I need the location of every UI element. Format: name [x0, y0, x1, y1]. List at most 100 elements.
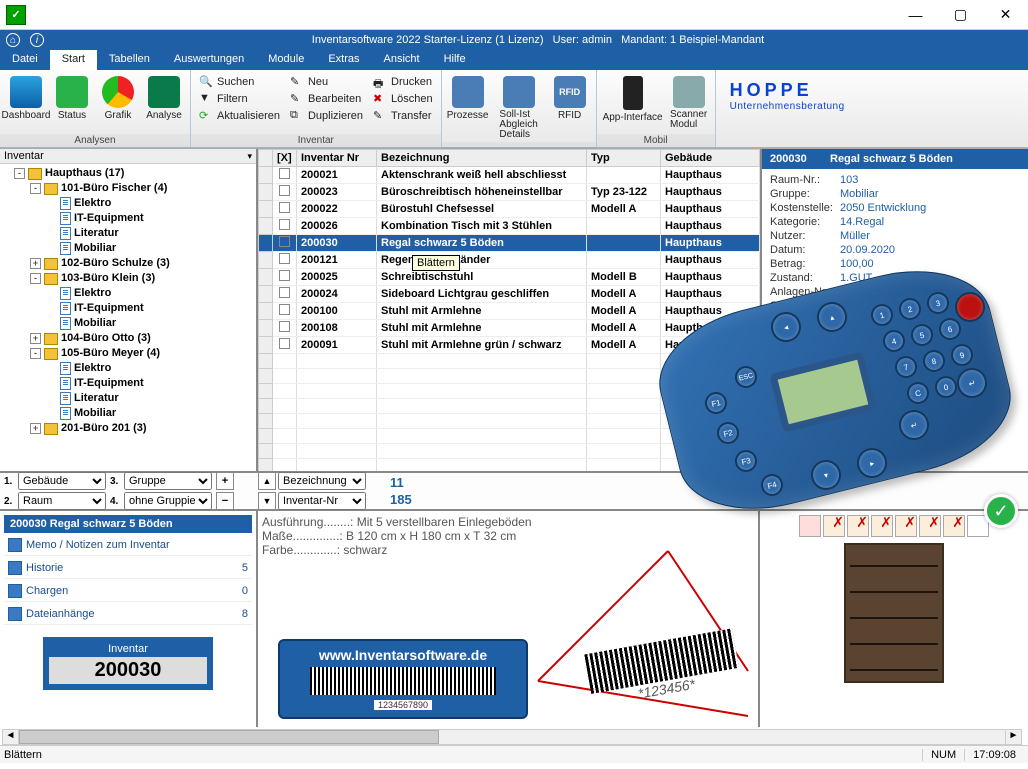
filter-ohne[interactable]: ohne Gruppierung	[124, 492, 212, 510]
tree-node[interactable]: IT-Equipment	[2, 301, 254, 316]
tree-node[interactable]: Elektro	[2, 361, 254, 376]
tree-body[interactable]: -Haupthaus (17)-101-Büro Fischer (4)Elek…	[0, 164, 256, 471]
memo-icon	[8, 538, 22, 552]
details-row: Anlagen-NrA234-20	[770, 285, 1020, 299]
analyse-button[interactable]: Analyse	[142, 72, 186, 121]
thumb-7-icon[interactable]	[943, 515, 965, 537]
filter-bar: 1.Gebäude 2.Raum 3.Gruppe 4.ohne Gruppie…	[0, 471, 1028, 511]
menu-datei[interactable]: Datei	[0, 50, 50, 70]
app-interface-button[interactable]: App-Interface	[601, 72, 665, 123]
info-icon[interactable]: i	[30, 33, 44, 47]
tree-node[interactable]: +201-Büro 201 (3)	[2, 421, 254, 436]
minimize-button[interactable]: —	[893, 1, 938, 29]
tree-node[interactable]: Literatur	[2, 391, 254, 406]
table-row[interactable]: 200121RegenschirmständerHaupthaus	[259, 252, 760, 269]
details-row: Gruppe:Mobiliar	[770, 187, 1020, 201]
tree-node[interactable]: +102-Büro Schulze (3)	[2, 256, 254, 271]
menu-start[interactable]: Start	[50, 50, 97, 70]
sort-down[interactable]: ▼	[258, 492, 276, 510]
table-row[interactable]: 200024Sideboard Lichtgrau geschliffenMod…	[259, 286, 760, 303]
menu-extras[interactable]: Extras	[316, 50, 371, 70]
filter-minus[interactable]: −	[216, 492, 234, 510]
home-icon[interactable]: ⌂	[6, 33, 20, 47]
suchen-button[interactable]: 🔍Suchen	[195, 74, 284, 90]
thumb-4-icon[interactable]	[871, 515, 893, 537]
thumb-6-icon[interactable]	[919, 515, 941, 537]
sollist-button[interactable]: Soll-Ist Abgleich Details	[492, 72, 546, 140]
search-icon: 🔍	[199, 75, 213, 89]
sort-up[interactable]: ▲	[258, 472, 276, 490]
duplizieren-button[interactable]: ⧉Duplizieren	[286, 108, 367, 124]
table-row[interactable]: 200025SchreibtischstuhlModell BHaupthaus	[259, 269, 760, 286]
neu-button[interactable]: ✎Neu	[286, 74, 367, 90]
tree-node[interactable]: Mobiliar	[2, 316, 254, 331]
table-row[interactable]: 200022Bürostuhl ChefsesselModell AHaupth…	[259, 201, 760, 218]
print-icon: 🖶	[373, 75, 387, 89]
menu-auswertungen[interactable]: Auswertungen	[162, 50, 256, 70]
tree-node[interactable]: +104-Büro Otto (3)	[2, 331, 254, 346]
dashboard-button[interactable]: Dashboard	[4, 72, 48, 121]
loeschen-button[interactable]: ✖Löschen	[369, 91, 437, 107]
tree-node[interactable]: Literatur	[2, 226, 254, 241]
table-row[interactable]: 200026Kombination Tisch mit 3 StühlenHau…	[259, 218, 760, 235]
drucken-button[interactable]: 🖶Drucken	[369, 74, 437, 90]
menu-ansicht[interactable]: Ansicht	[372, 50, 432, 70]
table-row[interactable]: 200030Regal schwarz 5 BödenHaupthaus	[259, 235, 760, 252]
tree-node[interactable]: Elektro	[2, 286, 254, 301]
close-button[interactable]: ✕	[983, 1, 1028, 29]
link-memo[interactable]: Memo / Notizen zum Inventar	[4, 535, 252, 556]
ok-badge-icon: ✓	[984, 494, 1018, 528]
link-anhaenge[interactable]: Dateianhänge8	[4, 604, 252, 625]
prozesse-button[interactable]: Prozesse	[446, 72, 490, 121]
table-row[interactable]: 200108Stuhl mit ArmlehneModell AHaupthau…	[259, 320, 760, 337]
rfid-button[interactable]: RFIDRFID	[548, 72, 592, 121]
thumb-pdf-icon[interactable]	[799, 515, 821, 537]
bearbeiten-button[interactable]: ✎Bearbeiten	[286, 91, 367, 107]
table-row[interactable]: 200021Aktenschrank weiß hell abschliesst…	[259, 167, 760, 184]
status-time: 17:09:08	[964, 749, 1024, 761]
details-row: Kostenstelle:2050 Entwicklung	[770, 201, 1020, 215]
tree-node[interactable]: -101-Büro Fischer (4)	[2, 181, 254, 196]
col-bezeichnung: Bezeichnung	[377, 150, 587, 167]
details-row: Zustand:1.GUT	[770, 271, 1020, 285]
details-row: Datum:20.09.2020	[770, 243, 1020, 257]
table-row[interactable]: 200100Stuhl mit ArmlehneModell AHaupthau…	[259, 303, 760, 320]
transfer-button[interactable]: ✎Transfer	[369, 108, 437, 124]
maximize-button[interactable]: ▢	[938, 1, 983, 29]
filtern-button[interactable]: ▼Filtern	[195, 91, 284, 107]
sort-bezeichnung[interactable]: Bezeichnung	[278, 472, 366, 490]
filter-gebaeude[interactable]: Gebäude	[18, 472, 106, 490]
details-row: Lieferant:Meier GmbH	[770, 341, 1020, 355]
status-button[interactable]: Status	[50, 72, 94, 121]
link-chargen[interactable]: Chargen0	[4, 581, 252, 602]
link-historie[interactable]: Historie5	[4, 558, 252, 579]
details-row: Kategorie:14.Regal	[770, 215, 1020, 229]
menu-tabellen[interactable]: Tabellen	[97, 50, 162, 70]
table-row[interactable]: 200023Büroschreibtisch höheneinstellbarT…	[259, 184, 760, 201]
tree-node[interactable]: -Haupthaus (17)	[2, 166, 254, 181]
tree-node[interactable]: Mobiliar	[2, 406, 254, 421]
status-text: Blättern	[4, 749, 42, 761]
scanner-modul-button[interactable]: Scanner Modul	[667, 72, 711, 130]
sort-inventarnr[interactable]: Inventar-Nr	[278, 492, 366, 510]
grafik-button[interactable]: Grafik	[96, 72, 140, 121]
filter-gruppe[interactable]: Gruppe	[124, 472, 212, 490]
tree-node[interactable]: -103-Büro Klein (3)	[2, 271, 254, 286]
inventory-table[interactable]: [X] Inventar Nr Bezeichnung Typ Gebäude …	[258, 149, 760, 471]
menu-hilfe[interactable]: Hilfe	[432, 50, 478, 70]
tree-node[interactable]: IT-Equipment	[2, 376, 254, 391]
tree-node[interactable]: IT-Equipment	[2, 211, 254, 226]
horizontal-scrollbar[interactable]: ◄ ►	[2, 729, 1022, 745]
thumb-3-icon[interactable]	[847, 515, 869, 537]
table-row[interactable]: 200091Stuhl mit Armlehne grün / schwarzM…	[259, 337, 760, 354]
tree-node[interactable]: Elektro	[2, 196, 254, 211]
thumb-2-icon[interactable]	[823, 515, 845, 537]
tree-node[interactable]: Mobiliar	[2, 241, 254, 256]
tree-node[interactable]: -105-Büro Meyer (4)	[2, 346, 254, 361]
filter-plus[interactable]: +	[216, 472, 234, 490]
tree-header[interactable]: Inventar	[0, 149, 256, 164]
aktualisieren-button[interactable]: ⟳Aktualisieren	[195, 108, 284, 124]
thumb-5-icon[interactable]	[895, 515, 917, 537]
menu-module[interactable]: Module	[256, 50, 316, 70]
filter-raum[interactable]: Raum	[18, 492, 106, 510]
